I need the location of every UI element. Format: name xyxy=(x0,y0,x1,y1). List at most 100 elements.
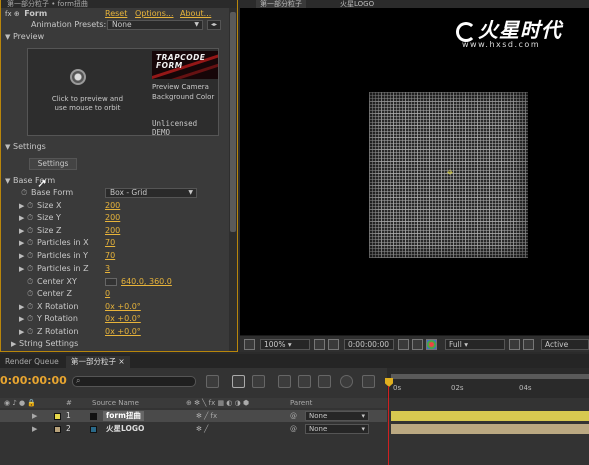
property-value-particles-z[interactable]: 3 xyxy=(105,263,110,275)
stopwatch-icon[interactable]: ⏱ xyxy=(27,250,37,262)
triangle-right-icon[interactable]: ▶ xyxy=(19,225,27,237)
reset-button[interactable]: Reset xyxy=(105,8,127,20)
preset-nav-button[interactable]: ◂▸ xyxy=(207,20,221,30)
stopwatch-icon[interactable]: ⏱ xyxy=(27,225,37,237)
resolution-dropdown[interactable]: Full ▾ xyxy=(445,339,505,350)
settings-group-toggle[interactable]: ▼ Settings xyxy=(5,141,46,153)
ruler-tick: 0s xyxy=(393,384,402,392)
grid-toggle-icon[interactable] xyxy=(314,339,325,350)
triangle-right-icon[interactable]: ▶ xyxy=(19,200,27,212)
property-value-y-rotation[interactable]: 0x +0.0° xyxy=(105,313,141,325)
stopwatch-icon[interactable]: ⏱ xyxy=(27,301,37,313)
stopwatch-icon[interactable]: ⏱ xyxy=(21,187,31,199)
timeline-search-input[interactable]: ⌕ xyxy=(72,376,196,387)
property-value-size-z[interactable]: 200 xyxy=(105,225,120,237)
layer-duration-bar[interactable] xyxy=(391,411,589,421)
stopwatch-icon[interactable]: ⏱ xyxy=(27,212,37,224)
tab-comp-active[interactable]: 第一部分粒子 xyxy=(256,0,306,8)
camera-snapshot-icon[interactable] xyxy=(398,339,409,350)
pick-whip-icon[interactable]: @ xyxy=(290,423,297,435)
triangle-right-icon[interactable]: ▶ xyxy=(19,313,27,325)
property-value-particles-x[interactable]: 70 xyxy=(105,237,115,249)
layer-row[interactable]: ▶ 2 火星LOGO ✻ ╱ @ None ▾ xyxy=(0,423,387,435)
zoom-dropdown[interactable]: 100% ▾ xyxy=(260,339,310,350)
about-button[interactable]: About... xyxy=(180,8,211,20)
property-value-x-rotation[interactable]: 0x +0.0° xyxy=(105,301,141,313)
property-value-center-z[interactable]: 0 xyxy=(105,288,110,300)
draft-3d-icon[interactable] xyxy=(232,375,245,388)
layer-switch-icons[interactable]: ✻ ╱ fx xyxy=(196,410,217,422)
brainstorm-icon[interactable] xyxy=(340,375,353,388)
stopwatch-icon[interactable]: ⏱ xyxy=(27,288,37,300)
fast-previews-icon[interactable] xyxy=(523,339,534,350)
tab-comp-logo[interactable]: 火星LOGO xyxy=(336,0,378,8)
property-value-size-y[interactable]: 200 xyxy=(105,212,120,224)
motion-blur-icon[interactable] xyxy=(298,375,311,388)
layer-label-color[interactable] xyxy=(54,426,61,433)
transparency-grid-icon[interactable] xyxy=(509,339,520,350)
settings-button[interactable]: Settings xyxy=(29,158,77,170)
property-value-center-xy[interactable]: 640.0, 360.0 xyxy=(121,277,172,286)
composition-viewer[interactable]: 火星时代 www.hxsd.com ⌖ xyxy=(240,8,589,335)
triangle-right-icon[interactable]: ▶ xyxy=(19,212,27,224)
crosshair-point-icon[interactable] xyxy=(105,277,117,286)
color-channel-icon[interactable] xyxy=(426,339,437,350)
expand-layer-icon[interactable]: ▶ xyxy=(32,410,37,422)
comp-mini-flowchart-icon[interactable] xyxy=(206,375,219,388)
triangle-right-icon[interactable]: ▶ xyxy=(19,250,27,262)
base-form-group-label: Base Form xyxy=(13,176,56,185)
form-preview-box[interactable]: TRAPCODE FORM Click to preview and use m… xyxy=(27,48,219,137)
stopwatch-icon[interactable]: ⏱ xyxy=(27,200,37,212)
active-camera-dropdown[interactable]: Active Came xyxy=(541,339,589,350)
anchor-point-icon[interactable]: ⌖ xyxy=(443,165,457,179)
layer-row[interactable]: ▶ 1 form扭曲 ✻ ╱ fx @ None ▾ xyxy=(0,410,387,422)
shy-layers-icon[interactable] xyxy=(252,375,265,388)
options-button[interactable]: Options... xyxy=(135,8,174,20)
base-form-group-toggle[interactable]: ▼ Base Form xyxy=(5,175,55,187)
layer-name[interactable]: 火星LOGO xyxy=(103,424,147,434)
search-icon: ⌕ xyxy=(76,376,81,385)
string-settings-group-toggle[interactable]: ▶ String Settings xyxy=(11,338,78,350)
preview-group-toggle[interactable]: ▼ Preview xyxy=(5,31,44,43)
column-source-name-header[interactable]: Source Name xyxy=(92,398,139,408)
close-icon[interactable]: × xyxy=(118,357,124,366)
time-stretch-icon[interactable] xyxy=(362,375,375,388)
property-value-size-x[interactable]: 200 xyxy=(105,200,120,212)
triangle-right-icon[interactable]: ▶ xyxy=(19,326,27,338)
preview-orbit-text: Click to preview and use mouse to orbit xyxy=(51,95,124,112)
frame-blending-icon[interactable] xyxy=(278,375,291,388)
layer-duration-bar[interactable] xyxy=(391,424,589,434)
property-value-z-rotation[interactable]: 0x +0.0° xyxy=(105,326,141,338)
timeline-timecode[interactable]: 0:00:00:00 xyxy=(0,374,67,387)
work-area-bar[interactable] xyxy=(391,374,589,379)
tab-render-queue[interactable]: Render Queue xyxy=(0,356,64,368)
triangle-right-icon[interactable]: ▶ xyxy=(19,263,27,275)
time-ruler[interactable]: 0s 02s 04s xyxy=(387,368,589,398)
graph-editor-icon[interactable] xyxy=(318,375,331,388)
layer-switch-icons[interactable]: ✻ ╱ xyxy=(196,423,208,435)
animation-presets-dropdown[interactable]: None ▼ xyxy=(107,20,203,30)
base-form-dropdown[interactable]: Box - Grid ▼ xyxy=(105,188,197,198)
stopwatch-icon[interactable]: ⏱ xyxy=(27,237,37,249)
stopwatch-icon[interactable]: ⏱ xyxy=(27,326,37,338)
current-time-display[interactable]: 0:00:00:00 xyxy=(344,339,394,350)
pick-whip-icon[interactable]: @ xyxy=(290,410,297,422)
show-snapshot-icon[interactable] xyxy=(412,339,423,350)
parent-dropdown[interactable]: None ▾ xyxy=(305,424,369,434)
parent-dropdown[interactable]: None ▾ xyxy=(305,411,369,421)
stopwatch-icon[interactable]: ⏱ xyxy=(27,276,37,288)
property-value-particles-y[interactable]: 70 xyxy=(105,250,115,262)
tab-timeline-comp[interactable]: 第一部分粒子 × xyxy=(66,356,130,368)
always-preview-icon[interactable] xyxy=(244,339,255,350)
stopwatch-icon[interactable]: ⏱ xyxy=(27,263,37,275)
av-features-header: ◉ ♪ ● 🔒 xyxy=(4,399,37,407)
scrollbar-thumb[interactable] xyxy=(230,12,236,232)
triangle-right-icon[interactable]: ▶ xyxy=(19,237,27,249)
stopwatch-icon[interactable]: ⏱ xyxy=(27,313,37,325)
layer-name[interactable]: form扭曲 xyxy=(103,411,144,421)
triangle-right-icon[interactable]: ▶ xyxy=(19,301,27,313)
region-of-interest-icon[interactable] xyxy=(328,339,339,350)
expand-layer-icon[interactable]: ▶ xyxy=(32,423,37,435)
effect-panel-scrollbar[interactable] xyxy=(229,8,237,351)
layer-label-color[interactable] xyxy=(54,413,61,420)
